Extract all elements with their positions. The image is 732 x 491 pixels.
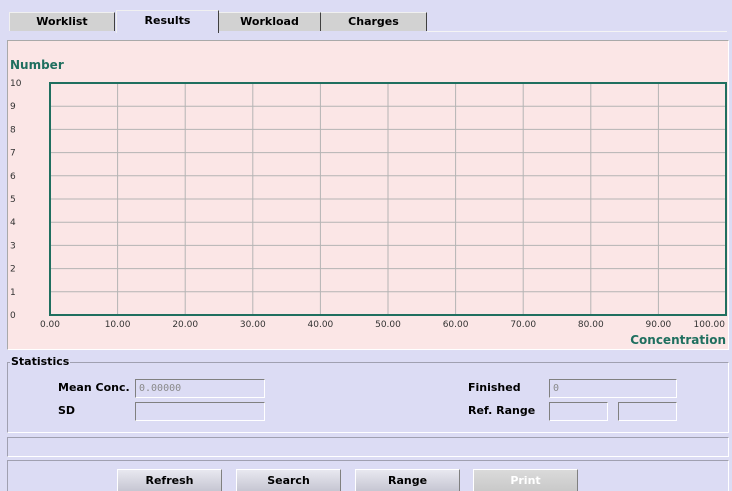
y-tick-label: 6 (10, 172, 16, 182)
y-tick-label: 5 (10, 195, 16, 205)
x-tick-label: 100.00 (694, 320, 726, 330)
x-tick-label: 40.00 (308, 320, 334, 330)
y-tick-label: 9 (10, 102, 16, 112)
mean-conc-label: Mean Conc. (58, 381, 130, 394)
y-tick-label: 10 (10, 79, 22, 89)
sd-field[interactable] (135, 402, 265, 421)
x-tick-label: 30.00 (240, 320, 266, 330)
tab-strip-divider (427, 31, 727, 32)
ref-range-low-field[interactable] (549, 402, 608, 421)
ref-range-label: Ref. Range (468, 404, 536, 417)
print-button[interactable]: Print (473, 469, 578, 491)
refresh-button[interactable]: Refresh (117, 469, 222, 491)
y-tick-label: 8 (10, 125, 16, 135)
finished-label: Finished (468, 381, 521, 394)
sd-label: SD (58, 404, 76, 417)
x-tick-label: 90.00 (646, 320, 672, 330)
x-axis-title: Concentration (630, 333, 726, 347)
y-axis-title: Number (10, 58, 64, 72)
x-tick-label: 80.00 (578, 320, 604, 330)
y-tick-label: 7 (10, 149, 16, 159)
y-tick-label: 0 (10, 311, 16, 321)
x-tick-label: 60.00 (443, 320, 469, 330)
finished-field[interactable]: 0 (549, 379, 677, 398)
x-tick-label: 70.00 (510, 320, 536, 330)
tab-workload[interactable]: Workload (219, 12, 321, 31)
histogram-chart: 0123456789100.00 10.00 20.00 30.00 40.00 50.0… (10, 58, 727, 347)
histogram-chart-panel: 0 1 2 3 4 5 6 7 8 9 10 0.00 10.00 20.00 30.00 40.00 50.0… (7, 40, 729, 350)
tab-charges[interactable]: Charges (321, 12, 427, 31)
tab-worklist[interactable]: Worklist (9, 12, 115, 31)
y-tick-label: 3 (10, 241, 16, 251)
mean-conc-field[interactable]: 0.00000 (135, 379, 265, 398)
statistics-group: Statistics Mean Conc. 0.00000 SD Finishe… (7, 355, 729, 433)
x-tick-label: 20.00 (172, 320, 198, 330)
tab-bar: Worklist Results Workload Charges (0, 0, 732, 33)
ref-range-high-field[interactable] (618, 402, 677, 421)
y-tick-label: 1 (10, 288, 16, 298)
status-bar (7, 437, 729, 457)
search-button[interactable]: Search (236, 469, 341, 491)
statistics-legend: Statistics (10, 355, 71, 368)
x-tick-label: 10.00 (105, 320, 131, 330)
y-tick-label: 2 (10, 265, 16, 275)
x-tick-label: 0.00 (40, 320, 60, 330)
range-button[interactable]: Range (355, 469, 460, 491)
y-tick-label: 4 (10, 218, 16, 228)
tab-results[interactable]: Results (116, 10, 219, 33)
x-tick-label: 50.00 (375, 320, 401, 330)
